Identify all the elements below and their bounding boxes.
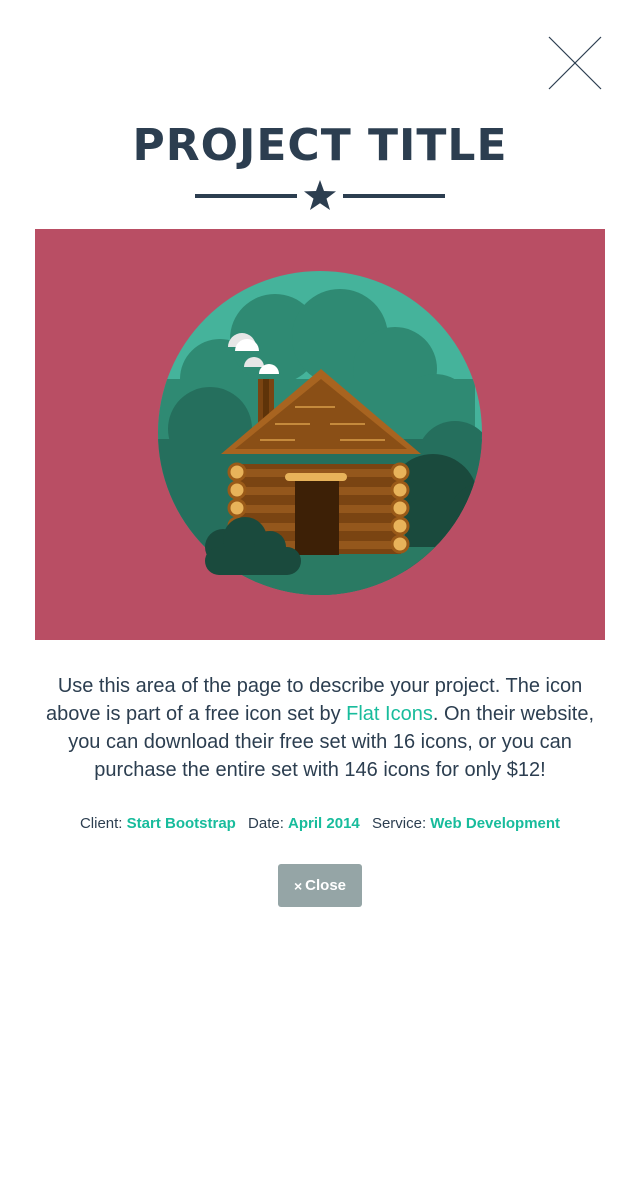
star-divider bbox=[195, 178, 445, 214]
client-label: Client: bbox=[79, 815, 123, 832]
divider-line-left bbox=[195, 194, 297, 198]
page-title: PROJECT TITLE bbox=[132, 120, 508, 171]
close-button[interactable]: × Close bbox=[278, 864, 362, 907]
date-link[interactable]: April 2014 bbox=[288, 815, 360, 832]
client-link[interactable]: Start Bootstrap bbox=[127, 815, 236, 832]
star-icon bbox=[304, 180, 336, 210]
service-label: Service: bbox=[371, 815, 427, 832]
project-meta: Client: Start Bootstrap Date: April 2014… bbox=[0, 814, 640, 834]
close-button-label: Close bbox=[305, 877, 347, 894]
project-description: Use this area of the page to describe yo… bbox=[30, 672, 610, 784]
service-link[interactable]: Web Development bbox=[430, 815, 560, 832]
cabin-illustration bbox=[158, 271, 482, 595]
date-label: Date: bbox=[248, 815, 284, 832]
times-icon: × bbox=[293, 877, 303, 894]
flat-icons-link[interactable]: Flat Icons bbox=[346, 703, 433, 725]
project-image bbox=[35, 229, 605, 640]
divider-line-right bbox=[343, 194, 445, 198]
modal-dismiss-icon[interactable] bbox=[545, 33, 605, 93]
